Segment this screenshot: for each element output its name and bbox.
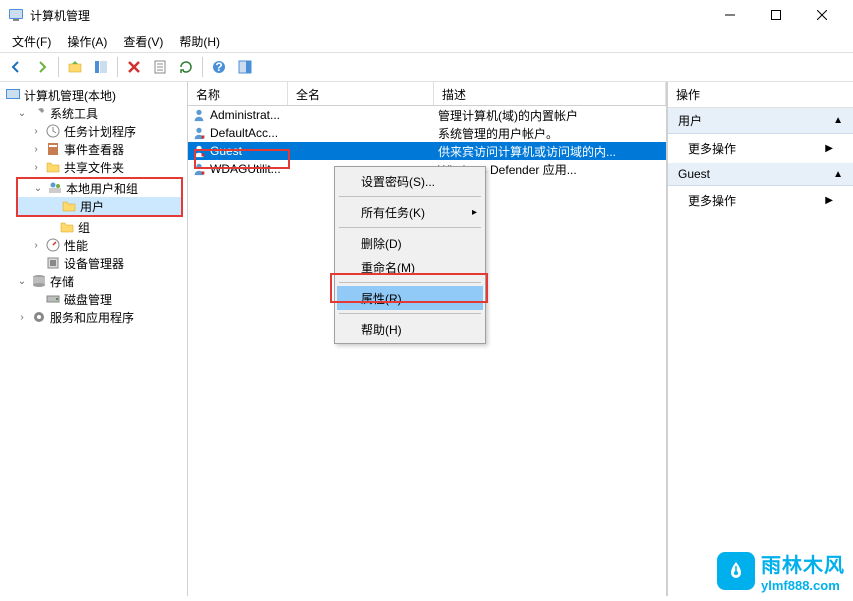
tree-root[interactable]: 计算机管理(本地) — [2, 86, 185, 104]
computer-mgmt-icon — [5, 87, 21, 103]
users-group-icon — [47, 180, 63, 196]
menu-file[interactable]: 文件(F) — [6, 31, 57, 52]
action-section-guest[interactable]: Guest ▲ — [668, 163, 853, 186]
expand-icon[interactable]: › — [16, 312, 28, 323]
expand-icon[interactable]: ⌄ — [16, 276, 28, 287]
delete-button[interactable] — [122, 55, 146, 79]
action-panel: 操作 用户 ▲ 更多操作 ▶ Guest ▲ 更多操作 ▶ — [667, 82, 853, 596]
tree-performance[interactable]: › 性能 — [2, 236, 185, 254]
close-button[interactable] — [799, 0, 845, 30]
tree-services[interactable]: › 服务和应用程序 — [2, 308, 185, 326]
clock-icon — [45, 123, 61, 139]
col-desc[interactable]: 描述 — [434, 82, 666, 105]
user-icon — [192, 144, 206, 158]
collapse-icon: ▲ — [833, 169, 843, 180]
cm-rename[interactable]: 重命名(M) — [337, 255, 483, 279]
chevron-right-icon: ▸ — [472, 207, 477, 218]
action-header: 操作 — [668, 82, 853, 108]
tree-storage[interactable]: ⌄ 存储 — [2, 272, 185, 290]
minimize-button[interactable] — [707, 0, 753, 30]
cm-delete[interactable]: 删除(D) — [337, 231, 483, 255]
expand-icon[interactable]: › — [30, 240, 42, 251]
menu-view[interactable]: 查看(V) — [117, 31, 169, 52]
tools-icon — [31, 105, 47, 121]
menubar: 文件(F) 操作(A) 查看(V) 帮助(H) — [0, 30, 853, 52]
titlebar: 计算机管理 — [0, 0, 853, 30]
chevron-right-icon: ▶ — [825, 143, 833, 154]
svg-text:?: ? — [215, 60, 222, 74]
toolbar: ? — [0, 52, 853, 82]
nav-tree[interactable]: 计算机管理(本地) ⌄ 系统工具 › 任务计划程序 › 事件查看器 › 共享文件… — [0, 82, 188, 596]
tree-scheduler[interactable]: › 任务计划程序 — [2, 122, 185, 140]
tree-systools[interactable]: ⌄ 系统工具 — [2, 104, 185, 122]
folder-icon — [59, 219, 75, 235]
user-row-guest[interactable]: Guest 供来宾访问计算机或访问域的内... — [188, 142, 666, 160]
watermark-logo-icon — [717, 552, 755, 590]
app-icon — [8, 7, 24, 23]
tree-eventviewer[interactable]: › 事件查看器 — [2, 140, 185, 158]
tree-users[interactable]: 用户 — [18, 197, 181, 215]
expand-icon[interactable]: ⌄ — [16, 108, 28, 119]
context-menu: 设置密码(S)... 所有任务(K)▸ 删除(D) 重命名(M) 属性(R) 帮… — [334, 166, 486, 344]
show-hide-button[interactable] — [89, 55, 113, 79]
storage-icon — [31, 273, 47, 289]
chevron-right-icon: ▶ — [825, 195, 833, 206]
tree-shared[interactable]: › 共享文件夹 — [2, 158, 185, 176]
cm-help[interactable]: 帮助(H) — [337, 317, 483, 341]
services-icon — [31, 309, 47, 325]
device-icon — [45, 255, 61, 271]
col-name[interactable]: 名称 — [188, 82, 288, 105]
cm-all-tasks[interactable]: 所有任务(K)▸ — [337, 200, 483, 224]
user-row[interactable]: DefaultAcc... 系统管理的用户帐户。 — [188, 124, 666, 142]
window-controls — [707, 0, 845, 30]
collapse-icon: ▲ — [833, 115, 843, 126]
tree-root-label: 计算机管理(本地) — [24, 87, 116, 104]
disk-icon — [45, 291, 61, 307]
action-more-users[interactable]: 更多操作 ▶ — [668, 134, 853, 163]
user-row[interactable]: Administrat... 管理计算机(域)的内置帐户 — [188, 106, 666, 124]
list-header: 名称 全名 描述 — [188, 82, 666, 106]
perf-icon — [45, 237, 61, 253]
watermark-text: 雨林木风 — [761, 549, 845, 578]
back-button[interactable] — [4, 55, 28, 79]
col-fullname[interactable]: 全名 — [288, 82, 434, 105]
cm-properties[interactable]: 属性(R) — [337, 286, 483, 310]
tree-diskmgmt[interactable]: 磁盘管理 — [2, 290, 185, 308]
menu-help[interactable]: 帮助(H) — [173, 31, 226, 52]
watermark-url: ylmf888.com — [761, 578, 845, 593]
menu-action[interactable]: 操作(A) — [61, 31, 113, 52]
window-title: 计算机管理 — [30, 7, 707, 24]
user-icon — [192, 126, 206, 140]
cm-set-password[interactable]: 设置密码(S)... — [337, 169, 483, 193]
folder-icon — [61, 198, 77, 214]
help-button[interactable]: ? — [207, 55, 231, 79]
properties-icon-button[interactable] — [148, 55, 172, 79]
forward-button[interactable] — [30, 55, 54, 79]
expand-icon[interactable]: › — [30, 144, 42, 155]
expand-icon[interactable]: ⌄ — [32, 183, 44, 194]
up-button[interactable] — [63, 55, 87, 79]
tree-groups[interactable]: 组 — [2, 218, 185, 236]
event-icon — [45, 141, 61, 157]
action-section-users[interactable]: 用户 ▲ — [668, 108, 853, 134]
user-icon — [192, 162, 206, 176]
action-pane-button[interactable] — [233, 55, 257, 79]
watermark: 雨林木风 ylmf888.com — [717, 549, 845, 593]
expand-icon[interactable]: › — [30, 126, 42, 137]
tree-devmgr[interactable]: 设备管理器 — [2, 254, 185, 272]
maximize-button[interactable] — [753, 0, 799, 30]
refresh-button[interactable] — [174, 55, 198, 79]
expand-icon[interactable]: › — [30, 162, 42, 173]
user-icon — [192, 108, 206, 122]
action-more-guest[interactable]: 更多操作 ▶ — [668, 186, 853, 215]
shared-folder-icon — [45, 159, 61, 175]
tree-localusers[interactable]: ⌄ 本地用户和组 — [18, 179, 181, 197]
